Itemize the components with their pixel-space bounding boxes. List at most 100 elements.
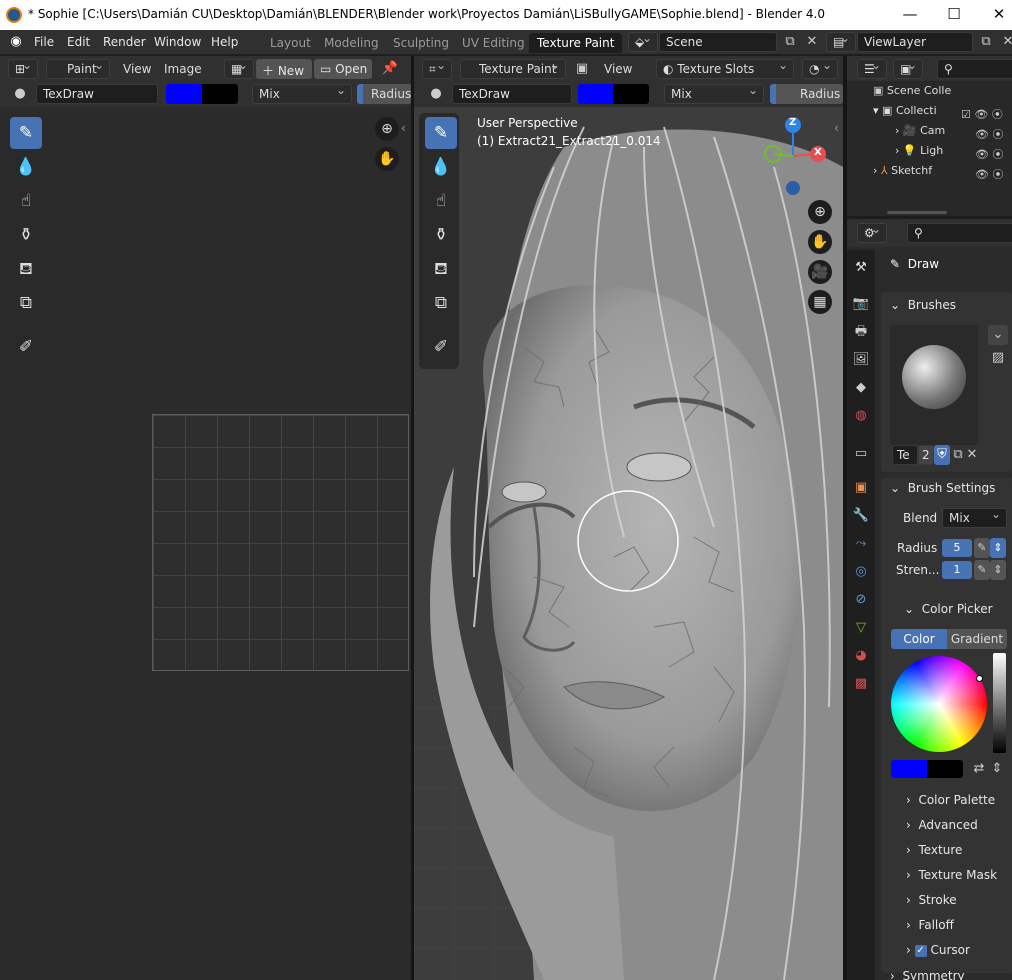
brush-image-icon[interactable]: ▨ [988,348,1008,368]
soften-tool-icon[interactable]: 💧 [10,151,42,183]
tab-modeling[interactable]: Modeling [316,33,387,53]
outliner-row-camera[interactable]: › 🎥 Cam [895,124,945,144]
value-slider[interactable] [993,653,1006,753]
menu-edit[interactable]: Edit [67,35,90,49]
tab-layout[interactable]: Layout [262,33,319,53]
brushes-panel-header[interactable]: ⌄ Brushes [890,298,956,312]
brush-settings-header[interactable]: ⌄ Brush Settings [890,481,995,495]
view-layer-tab-icon[interactable]: 🖼 [851,350,871,370]
camera-view-icon[interactable]: 🎥 [808,260,832,284]
tab-uv-editing[interactable]: UV Editing [454,33,533,53]
image-blend-dropdown[interactable]: Mix [252,84,352,104]
row-visibility-icon[interactable]: 👁 ⦿ [961,145,1011,165]
view-layer-icon[interactable]: ▤ [826,32,856,52]
tab-sculpting[interactable]: Sculpting [385,33,457,53]
image-view-menu[interactable]: View [123,62,151,76]
clone-tool-icon[interactable]: ⚱ [10,219,42,251]
ortho-grid-icon[interactable]: ▦ [808,290,832,314]
viewport-view-menu[interactable]: View [604,62,632,76]
modifier-tab-icon[interactable]: 🔧 [851,506,871,526]
new-image-button[interactable]: ＋ New [256,59,312,79]
row-visibility-icon[interactable]: 👁 ⦿ [961,125,1011,145]
shading-icon[interactable]: ◔ [802,59,838,79]
mask-tool-icon[interactable]: ⧉ [10,287,42,319]
outliner-editor-type-icon[interactable]: ☰ [857,59,887,79]
scene-selector-icon[interactable]: ⬙ [628,32,658,52]
sidebar-toggle-icon[interactable]: ‹ [401,121,406,135]
properties-editor-type-icon[interactable]: ⚙ [857,223,887,243]
viewport-brush-name[interactable]: TexDraw [452,84,572,104]
duplicate-brush-icon[interactable]: ⧉ [950,445,966,465]
brush-users-count[interactable]: 2 [918,445,934,465]
strength-pressure-icon[interactable]: ✎ [974,560,990,580]
outliner-row-light[interactable]: › 💡 Ligh [895,144,943,164]
radius-slider[interactable]: 5 [942,539,972,557]
viewport-secondary-color[interactable] [613,84,649,104]
close-button[interactable]: ✕ [987,4,1011,26]
color-tab[interactable]: Color [891,629,947,649]
data-tab-icon[interactable]: ▽ [851,618,871,638]
new-view-layer-icon[interactable]: ⧉ [976,32,996,52]
image-browse-icon[interactable]: ▦ [224,59,254,79]
subpanel-cursor[interactable]: › ✓ Cursor [906,943,970,957]
pan-hand-icon[interactable]: ✋ [375,147,399,171]
open-image-button[interactable]: ▭ Open [314,59,372,79]
subpanel-texture[interactable]: › Texture [906,843,962,857]
row-visibility-icon[interactable]: 👁 ⦿ [961,165,1011,185]
row-visibility-icon[interactable]: ☑ 👁 ⦿ [961,105,1011,125]
collection-tab-icon[interactable]: ▭ [851,444,871,464]
view-layer-field[interactable]: ViewLayer [857,32,973,52]
image-radius-field[interactable]: Radius [357,84,412,104]
subpanel-symmetry[interactable]: › Symmetry [890,969,965,980]
draw-tool-icon[interactable]: ✎ [10,117,42,149]
render-tab-icon[interactable]: 📷 [851,294,871,314]
output-tab-icon[interactable]: 🖶 [851,322,871,342]
color-wheel[interactable] [891,656,987,752]
blender-menu-icon[interactable]: ◉ [6,32,26,52]
unlink-brush-icon[interactable]: ✕ [965,445,979,465]
viewport-brush-small-icon[interactable]: ● [426,84,446,104]
editor-type-icon[interactable]: ⊞ [8,59,38,79]
viewport-primary-color[interactable] [578,84,613,104]
radius-pressure-icon[interactable]: ✎ [974,538,990,558]
vp-pan-hand-icon[interactable]: ✋ [808,230,832,254]
tab-texture-paint[interactable]: Texture Paint [529,33,623,53]
menu-render[interactable]: Render [103,35,146,49]
fake-user-shield-icon[interactable]: ⛨ [934,445,950,465]
fill-tool-icon[interactable]: ⛾ [10,253,42,285]
image-image-menu[interactable]: Image [164,62,202,76]
brush-name-field[interactable]: Te [892,445,918,465]
outliner-row-collection[interactable]: ▾ ▣ Collecti [873,104,937,124]
vp-smear-tool-icon[interactable]: ☝ [425,185,457,217]
radius-unit-icon[interactable]: ⇕ [990,538,1006,558]
primary-color-swatch[interactable] [166,84,202,104]
color-wheel-cursor[interactable] [976,675,983,682]
vp-draw-tool-icon[interactable]: ✎ [425,117,457,149]
vp-zoom-icon[interactable]: ⊕ [808,200,832,224]
picker-primary-color[interactable] [891,760,927,778]
display-mode-icon[interactable]: ▣ [893,59,923,79]
vp-clone-tool-icon[interactable]: ⚱ [425,219,457,251]
new-scene-icon[interactable]: ⧉ [780,32,800,52]
delete-view-layer-icon[interactable]: ✕ [998,32,1012,52]
image-brush-name[interactable]: TexDraw [36,84,158,104]
properties-search-field[interactable]: ⚲ [907,223,1012,243]
object-tab-icon[interactable]: ▣ [851,478,871,498]
menu-window[interactable]: Window [154,35,201,49]
viewport-editor-type-icon[interactable]: ⌗ [422,59,452,79]
scene-tab-icon[interactable]: ◆ [851,378,871,398]
outliner-scene-collection[interactable]: ▣ Scene Colle [873,84,951,104]
subpanel-advanced[interactable]: › Advanced [906,818,978,832]
viewport-radius-field[interactable]: Radius [770,84,843,104]
subpanel-color-palette[interactable]: › Color Palette [906,793,995,807]
texture-tab-icon[interactable]: ▩ [851,674,871,694]
swap-colors-icon[interactable]: ⇄ [970,759,988,779]
texture-slots-dropdown[interactable]: ◐ Texture Slots [656,59,794,79]
world-tab-icon[interactable]: ◍ [851,406,871,426]
minimize-button[interactable]: — [898,4,922,26]
maximize-button[interactable]: ☐ [942,4,966,26]
brush-list-dropdown-icon[interactable]: ⌄ [988,325,1008,345]
strength-slider[interactable]: 1 [942,561,972,579]
gradient-tab[interactable]: Gradient [947,629,1007,649]
material-tab-icon[interactable]: ◕ [851,646,871,666]
